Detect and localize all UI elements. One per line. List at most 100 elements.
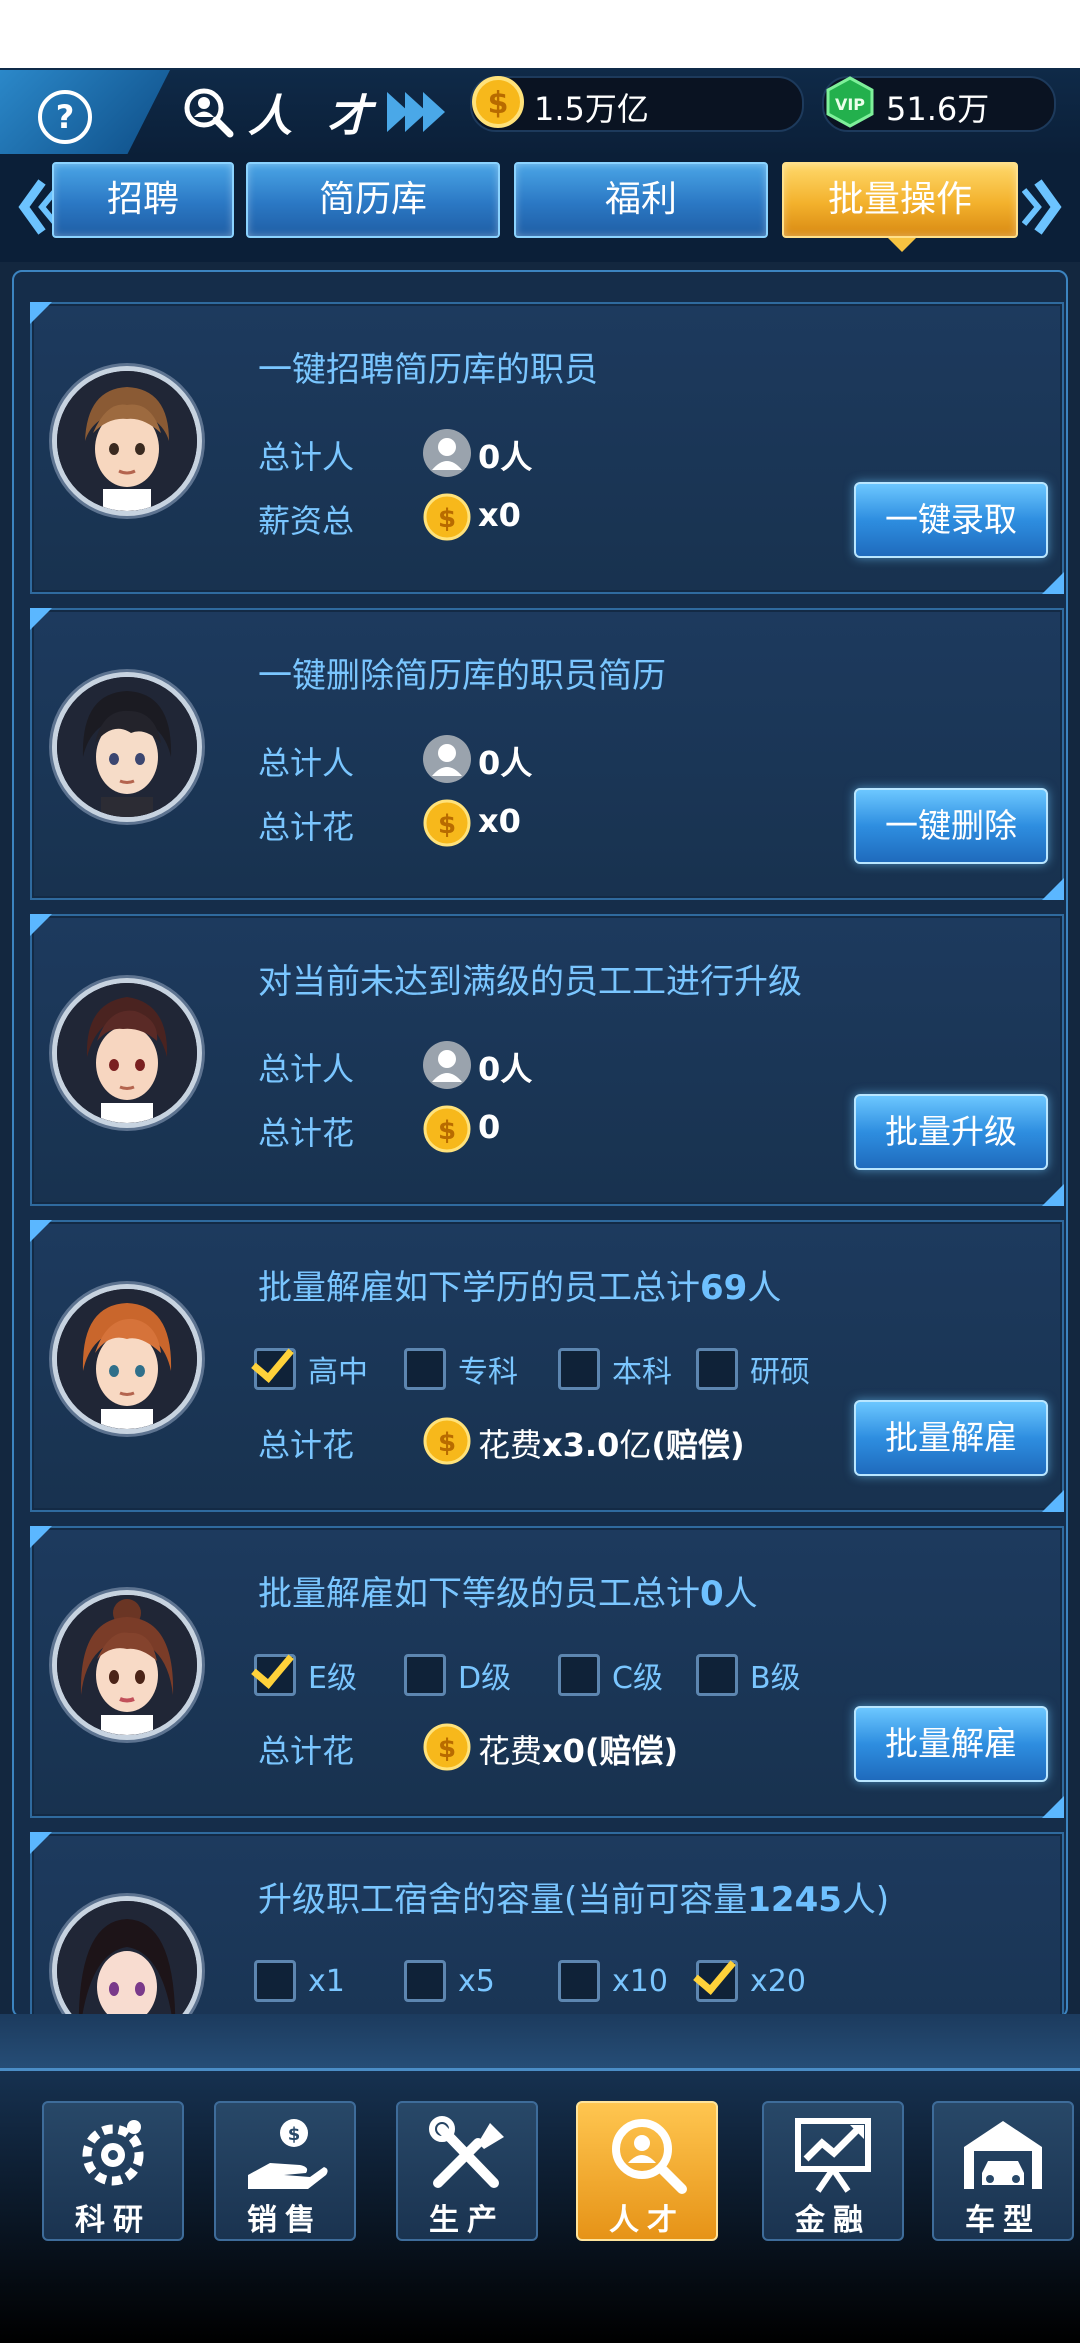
checkbox-label: x20 (750, 1963, 806, 1999)
checkbox-box[interactable] (251, 1338, 296, 1390)
avatar (52, 1590, 202, 1740)
total-cost-value: 0 (478, 1108, 501, 1146)
checkbox-x5[interactable]: x5 (404, 1956, 495, 2006)
checkbox-box[interactable] (251, 1644, 296, 1696)
checkbox-box[interactable] (558, 1960, 600, 2002)
checkbox-level-d[interactable]: D级 (404, 1650, 511, 1700)
checkbox-box[interactable] (404, 1654, 446, 1696)
checkbox-level-c[interactable]: C级 (558, 1650, 663, 1700)
education-checkbox-row: 高中 专科 本科 研硕 (251, 1338, 874, 1394)
multiplier-checkbox-row: x1 x5 x10 x20 (254, 1950, 874, 2006)
gem-counter: VIP 51.6万 (822, 76, 1056, 132)
tab-bar: 招聘 简历库 福利 批量操作 (0, 156, 1080, 262)
bottom-decoration (0, 2014, 1080, 2068)
card-title: 升级职工宿舍的容量(当前可容量1245人) (258, 1872, 889, 1921)
title-text: 批量解雇如下学历的员工总计 (258, 1268, 700, 1308)
checkbox-level-e[interactable]: E级 (251, 1644, 357, 1700)
checkbox-label: x10 (612, 1963, 668, 1999)
status-bar-area (0, 0, 1080, 68)
checkbox-x1[interactable]: x1 (254, 1956, 345, 2006)
batch-fire-button[interactable]: 批量解雇 (854, 1706, 1048, 1782)
top-bar: ? 人 才 $ 1.5万亿 VIP 51.6万 (0, 68, 1080, 156)
checkbox-graduate[interactable]: 研硕 (696, 1344, 810, 1394)
nav-finance[interactable]: 金融 (762, 2101, 904, 2241)
gold-coin-icon: $ (423, 1723, 471, 1771)
total-people-value: 0人 (478, 744, 533, 782)
svg-text:$: $ (438, 1734, 456, 1764)
title-text: 批量解雇如下等级的员工总计 (258, 1574, 700, 1614)
tab-resume-library[interactable]: 简历库 (246, 162, 500, 238)
checkbox-box[interactable] (558, 1654, 600, 1696)
check-mark-icon (251, 1338, 294, 1383)
person-icon (423, 1041, 471, 1089)
checkbox-box[interactable] (404, 1348, 446, 1390)
total-cost-value: 花费x3.0亿(赔偿) (478, 1420, 745, 1466)
checkbox-box[interactable] (558, 1348, 600, 1390)
help-icon[interactable]: ? (38, 90, 92, 144)
checkbox-box[interactable] (693, 1950, 738, 2002)
checkbox-label: B级 (750, 1661, 801, 1696)
total-people-label: 总计人 (258, 1050, 355, 1088)
checkbox-college[interactable]: 专科 (404, 1344, 518, 1394)
batch-fire-button[interactable]: 批量解雇 (854, 1400, 1048, 1476)
avatar (52, 978, 202, 1128)
cost-unit: 亿 (619, 1426, 652, 1464)
gold-coin-icon: $ (423, 1417, 471, 1465)
checkbox-box[interactable] (696, 1348, 738, 1390)
title-suffix: 人 (723, 1574, 758, 1614)
gem-icon: VIP (826, 76, 874, 128)
checkbox-bachelor[interactable]: 本科 (558, 1344, 672, 1394)
title-suffix: 人 (747, 1268, 782, 1308)
checkbox-high-school[interactable]: 高中 (251, 1338, 368, 1394)
salary-total-value: x0 (478, 496, 521, 534)
cost-amount: x3.0 (542, 1426, 620, 1464)
talent-icon (612, 2119, 687, 2194)
checkbox-label: 研硕 (750, 1355, 810, 1390)
tab-scroll-right-icon[interactable] (1022, 172, 1072, 242)
batch-upgrade-button[interactable]: 批量升级 (854, 1094, 1048, 1170)
checkbox-box[interactable] (254, 1960, 296, 2002)
checkbox-box[interactable] (404, 1960, 446, 2002)
checkbox-box[interactable] (696, 1654, 738, 1696)
tab-batch-operations[interactable]: 批量操作 (782, 162, 1018, 238)
avatar (52, 1284, 202, 1434)
tab-welfare[interactable]: 福利 (514, 162, 768, 238)
tab-recruit[interactable]: 招聘 (52, 162, 234, 238)
tab-scroll-left-icon[interactable] (8, 172, 58, 242)
total-people-value: 0人 (478, 1050, 533, 1088)
avatar (52, 672, 202, 822)
checkbox-x20[interactable]: x20 (693, 1950, 806, 2006)
batch-operations-panel[interactable]: 一键招聘简历库的职员 总计人 0人 薪资总 $ x0 一键录取 一键删除简历库的… (12, 270, 1068, 2018)
total-cost-label: 总计花 (258, 808, 355, 846)
checkbox-level-b[interactable]: B级 (696, 1650, 801, 1700)
nav-car-model[interactable]: 车型 (932, 2101, 1074, 2241)
person-icon (423, 735, 471, 783)
one-click-hire-button[interactable]: 一键录取 (854, 482, 1048, 558)
title-text: 升级职工宿舍的容量(当前可容量 (258, 1880, 748, 1920)
gold-counter: $ 1.5万亿 (470, 76, 804, 132)
nav-research[interactable]: 科研 (42, 2101, 184, 2241)
nav-production[interactable]: 生产 (396, 2101, 538, 2241)
check-mark-icon (251, 1644, 294, 1689)
finance-icon (795, 2118, 871, 2193)
help-button-panel[interactable]: ? (0, 70, 170, 154)
talent-search-icon (184, 88, 234, 138)
card-title: 批量解雇如下等级的员工总计0人 (258, 1566, 758, 1615)
svg-text:$: $ (488, 86, 509, 121)
total-people-value: 0人 (478, 438, 533, 476)
nav-label: 车型 (965, 2203, 1041, 2238)
card-title: 批量解雇如下学历的员工总计69人 (258, 1260, 781, 1309)
checkbox-x10[interactable]: x10 (558, 1956, 668, 2006)
gold-coin-icon: $ (423, 493, 471, 541)
card-batch-fire-by-level: 批量解雇如下等级的员工总计0人 E级 D级 C级 B级 总计花 $ 花费x0(赔… (30, 1526, 1064, 1818)
one-click-delete-button[interactable]: 一键删除 (854, 788, 1048, 864)
nav-sales[interactable]: $ 销售 (214, 2101, 356, 2241)
total-cost-label: 总计花 (258, 1732, 355, 1770)
total-people-label: 总计人 (258, 744, 355, 782)
gold-coin-icon: $ (472, 76, 524, 128)
card-batch-fire-by-education: 批量解雇如下学历的员工总计69人 高中 专科 本科 研硕 总计花 $ 花费x3.… (30, 1220, 1064, 1512)
check-mark-icon (693, 1950, 736, 1995)
nav-talent[interactable]: 人才 (576, 2101, 718, 2241)
title-count: 0 (700, 1574, 724, 1614)
person-icon (423, 429, 471, 477)
